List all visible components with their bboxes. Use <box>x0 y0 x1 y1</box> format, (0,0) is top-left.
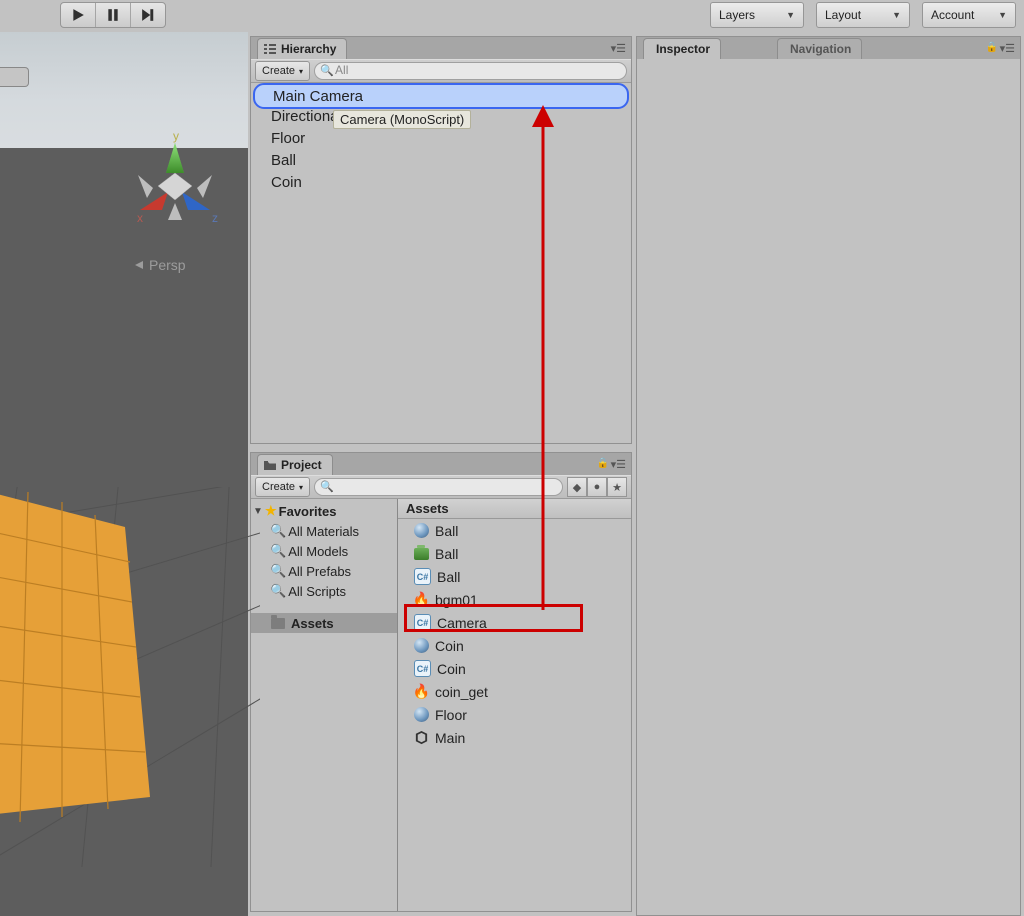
panel-options-icon[interactable]: ▾☰ <box>611 42 626 55</box>
sphere-icon <box>414 638 429 653</box>
panel-options-icon[interactable]: ▾☰ <box>611 458 626 471</box>
asset-item[interactable]: Main <box>398 726 631 749</box>
favorite-search[interactable]: 🔍 All Prefabs <box>251 561 397 581</box>
asset-item[interactable]: Ball <box>398 565 631 588</box>
layers-dropdown[interactable]: Layers▼ <box>710 2 804 28</box>
pause-button[interactable] <box>96 3 131 27</box>
scene-floor-mesh <box>0 487 260 867</box>
favorite-search[interactable]: 🔍 All Scripts <box>251 581 397 601</box>
star-icon: ★ <box>265 503 277 519</box>
filter-by-type-icon[interactable]: ◆ <box>567 477 587 497</box>
asset-item[interactable]: Coin <box>398 634 631 657</box>
fire-icon <box>414 684 429 699</box>
top-toolbar: Layers▼ Layout▼ Account▼ <box>0 0 1024 32</box>
asset-item[interactable]: Floor <box>398 703 631 726</box>
sphere-icon <box>414 523 429 538</box>
hierarchy-tab[interactable]: Hierarchy <box>257 38 347 59</box>
lock-icon[interactable]: 🔒 <box>986 42 998 53</box>
sphere-icon <box>414 707 429 722</box>
assets-root-folder[interactable]: Assets <box>251 613 397 633</box>
navigation-tab[interactable]: Navigation <box>777 38 862 59</box>
asset-item[interactable]: coin_get <box>398 680 631 703</box>
project-panel: Project 🔒 ▾☰ Create 🔍 ◆ ● ★ ▼ <box>250 452 632 912</box>
search-icon: 🔍 <box>270 583 286 599</box>
panel-options-icon[interactable]: ▾☰ <box>1000 42 1015 55</box>
hierarchy-list: Camera (MonoScript) Main CameraDirection… <box>251 83 631 443</box>
search-icon: 🔍 <box>320 480 334 493</box>
account-dropdown[interactable]: Account▼ <box>922 2 1016 28</box>
asset-item[interactable]: Ball <box>398 519 631 542</box>
project-assets-column: Assets BallBallBallbgm01CameraCoinCoinco… <box>398 499 631 911</box>
perspective-label[interactable]: Persp <box>133 257 186 273</box>
project-tree: ▼★ Favorites 🔍 All Materials🔍 All Models… <box>251 499 398 911</box>
project-tab[interactable]: Project <box>257 454 333 475</box>
unity-icon <box>414 730 429 745</box>
project-create-dropdown[interactable]: Create <box>255 477 310 497</box>
cs-icon <box>414 660 431 677</box>
favorites-header[interactable]: ▼★ Favorites <box>251 501 397 521</box>
hierarchy-item[interactable]: Floor <box>251 127 631 149</box>
assets-breadcrumb[interactable]: Assets <box>398 499 631 519</box>
search-icon: 🔍 <box>320 64 334 77</box>
asset-item[interactable]: Coin <box>398 657 631 680</box>
project-search-input[interactable]: 🔍 <box>314 478 563 496</box>
step-button[interactable] <box>131 3 165 27</box>
axis-x-label: x <box>137 211 143 225</box>
hierarchy-item[interactable]: Coin <box>251 171 631 193</box>
cs-icon <box>414 614 431 631</box>
filter-by-label-icon[interactable]: ● <box>587 477 607 497</box>
search-icon: 🔍 <box>270 543 286 559</box>
inspector-panel: Inspector Navigation 🔒 ▾☰ <box>636 36 1021 916</box>
playback-controls <box>60 2 166 28</box>
asset-item[interactable]: bgm01 <box>398 588 631 611</box>
favorite-search[interactable]: 🔍 All Materials <box>251 521 397 541</box>
inspector-tab[interactable]: Inspector <box>643 38 721 59</box>
folder-icon <box>271 618 285 629</box>
axis-y-label: y <box>173 129 179 143</box>
save-search-icon[interactable]: ★ <box>607 477 627 497</box>
hierarchy-icon <box>264 43 276 55</box>
search-icon: 🔍 <box>270 523 286 539</box>
axis-z-label: z <box>212 211 218 225</box>
prefab-icon <box>414 548 429 560</box>
hierarchy-panel: Hierarchy ▾☰ Create 🔍 All Camera (MonoSc… <box>250 36 632 444</box>
fire-icon <box>414 592 429 607</box>
cs-icon <box>414 568 431 585</box>
asset-item[interactable]: Camera <box>398 611 631 634</box>
drag-tooltip: Camera (MonoScript) <box>333 110 471 129</box>
hierarchy-search-input[interactable]: 🔍 All <box>314 62 627 80</box>
asset-item[interactable]: Ball <box>398 542 631 565</box>
hierarchy-create-dropdown[interactable]: Create <box>255 61 310 81</box>
layout-dropdown[interactable]: Layout▼ <box>816 2 910 28</box>
orientation-gizmo[interactable]: y x z <box>120 128 230 238</box>
search-icon: 🔍 <box>270 563 286 579</box>
lock-icon[interactable]: 🔒 <box>597 458 609 469</box>
hierarchy-item[interactable]: Ball <box>251 149 631 171</box>
scene-view[interactable]: y x z Persp <box>0 32 248 916</box>
folder-icon <box>264 459 276 471</box>
favorite-search[interactable]: 🔍 All Models <box>251 541 397 561</box>
scene-tab-handle[interactable] <box>0 67 29 87</box>
play-button[interactable] <box>61 3 96 27</box>
